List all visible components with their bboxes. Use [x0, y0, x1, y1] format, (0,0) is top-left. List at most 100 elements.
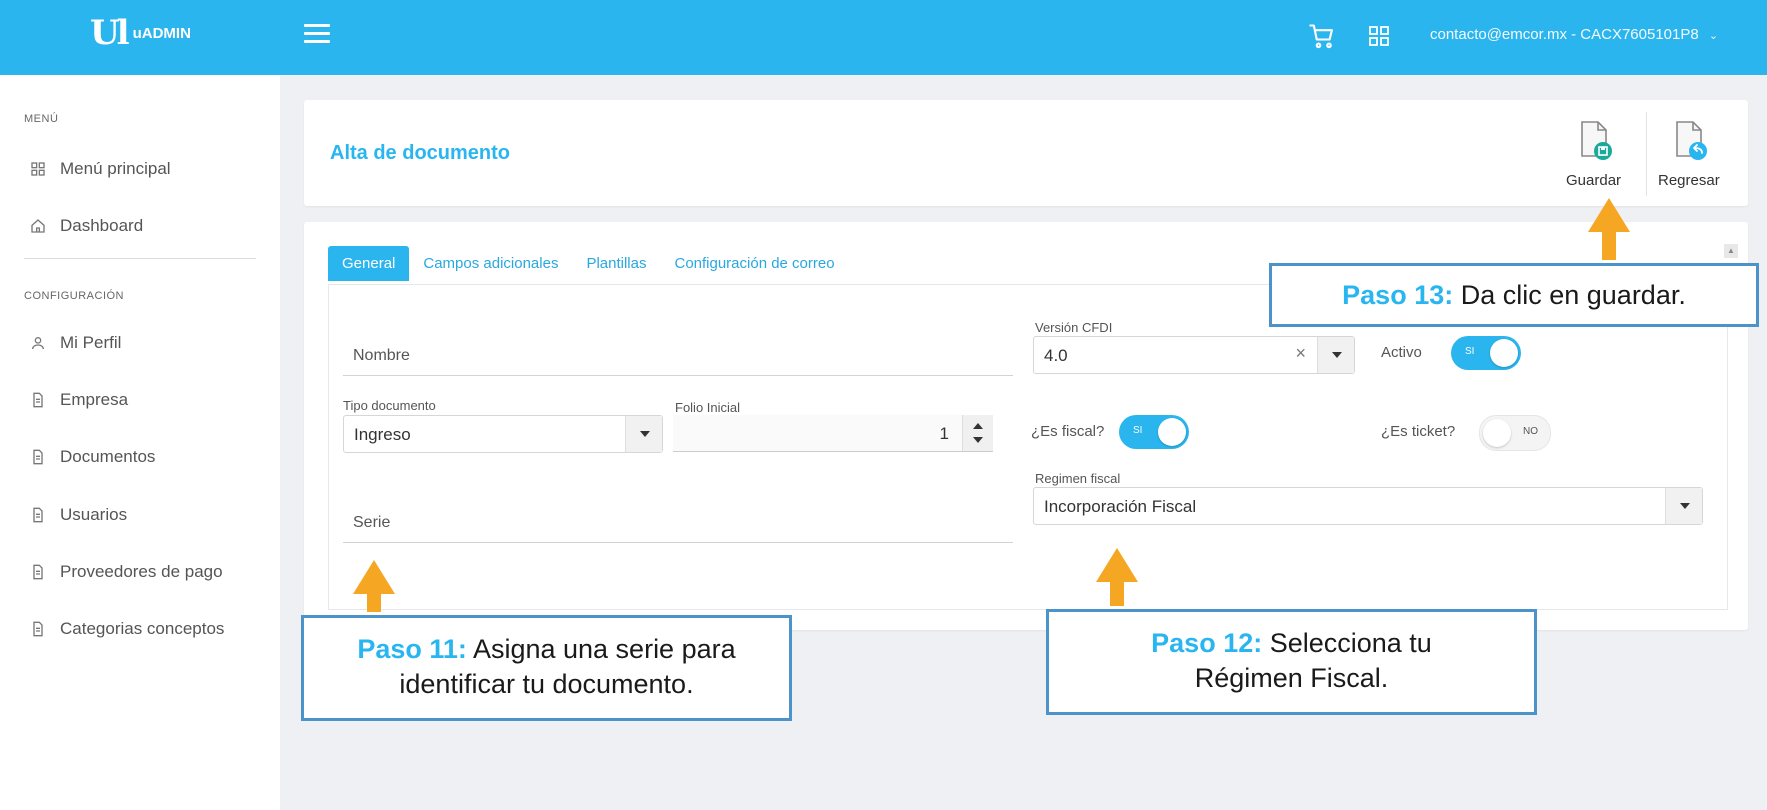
- tab-configuracion-correo[interactable]: Configuración de correo: [660, 246, 848, 281]
- folio-inicial-label: Folio Inicial: [675, 400, 741, 415]
- sidebar-item-label: Dashboard: [60, 216, 144, 235]
- nombre-underline: [343, 375, 1013, 376]
- tab-bar: General Campos adicionales Plantillas Co…: [328, 246, 849, 281]
- callout-text: Selecciona tu: [1262, 628, 1432, 658]
- callout-text: Asigna una serie para: [466, 634, 736, 664]
- tab-panel-general: Nombre Versión CFDI 4.0 × Activo SI Tipo…: [328, 284, 1728, 610]
- cart-icon[interactable]: [1308, 22, 1336, 55]
- tab-campos-adicionales[interactable]: Campos adicionales: [409, 246, 572, 281]
- arrow-up-icon: [1096, 548, 1138, 606]
- document-icon: [33, 621, 43, 637]
- regimen-fiscal-value: Incorporación Fiscal: [1044, 497, 1197, 516]
- back-label: Regresar: [1658, 172, 1720, 189]
- folio-inicial-input[interactable]: 1: [673, 415, 993, 452]
- es-fiscal-toggle[interactable]: SI: [1119, 415, 1189, 449]
- callout-text: identificar tu documento.: [399, 669, 694, 700]
- user-icon: [32, 337, 44, 350]
- callout-step-number: Paso 11:: [357, 634, 467, 664]
- user-account-menu[interactable]: contacto@emcor.mx - CACX7605101P8 ⌄: [1430, 26, 1718, 43]
- caret-down-icon[interactable]: [1665, 488, 1702, 524]
- apps-grid-icon[interactable]: [1367, 24, 1391, 53]
- sidebar-item-documentos[interactable]: Documentos: [30, 447, 155, 467]
- save-label: Guardar: [1566, 172, 1622, 189]
- save-button[interactable]: Guardar: [1566, 120, 1621, 189]
- caret-down-icon[interactable]: [625, 416, 662, 452]
- activo-label: Activo: [1381, 344, 1422, 361]
- toggle-knob: [1490, 339, 1518, 367]
- home-icon: [31, 219, 45, 233]
- sidebar-item-mi-perfil[interactable]: Mi Perfil: [30, 333, 121, 353]
- document-icon: [33, 564, 43, 580]
- folio-inicial-value: 1: [939, 424, 949, 443]
- sidebar-item-label: Empresa: [60, 390, 129, 409]
- arrow-up-icon: [353, 560, 395, 612]
- es-ticket-toggle[interactable]: NO: [1479, 415, 1551, 451]
- logo-text: uADMIN: [132, 24, 191, 42]
- back-document-icon: [1676, 121, 1707, 160]
- back-button[interactable]: Regresar: [1658, 120, 1720, 189]
- user-email: contacto@emcor.mx - CACX7605101P8: [1430, 26, 1699, 43]
- sidebar-item-label: Categorias conceptos: [60, 619, 225, 638]
- app-logo[interactable]: Ul uADMIN: [90, 16, 191, 50]
- sidebar-item-empresa[interactable]: Empresa: [30, 390, 128, 410]
- tipo-documento-label: Tipo documento: [343, 398, 436, 413]
- tipo-documento-select[interactable]: Ingreso: [343, 415, 663, 453]
- version-cfdi-value: 4.0: [1044, 346, 1068, 365]
- sidebar-item-dashboard[interactable]: Dashboard: [30, 216, 143, 236]
- es-ticket-label: ¿Es ticket?: [1381, 423, 1456, 440]
- es-ticket-toggle-text: NO: [1523, 426, 1538, 437]
- callout-step-number: Paso 13:: [1342, 280, 1454, 310]
- document-icon: [33, 507, 43, 523]
- nombre-field[interactable]: Nombre: [353, 347, 410, 365]
- toolbar-divider: [1646, 112, 1647, 196]
- save-document-icon: [1580, 121, 1612, 160]
- regimen-fiscal-label: Regimen fiscal: [1035, 471, 1121, 486]
- sidebar-item-label: Usuarios: [60, 505, 128, 524]
- top-navbar: Ul uADMIN contacto@emcor.mx - CACX760510…: [0, 0, 1767, 75]
- toggle-knob: [1483, 419, 1511, 447]
- sidebar-item-proveedores[interactable]: Proveedores de pago: [30, 562, 223, 582]
- hamburger-menu-icon[interactable]: [304, 24, 330, 44]
- document-icon: [33, 449, 43, 465]
- activo-toggle-text: SI: [1465, 346, 1475, 357]
- sidebar-item-label: Menú principal: [60, 159, 171, 178]
- arrow-up-icon: [1588, 198, 1630, 260]
- callout-paso-12: Paso 12: Selecciona tu Régimen Fiscal.: [1046, 609, 1537, 715]
- sidebar: MENÚ Menú principal Dashboard CONFIGURAC…: [0, 75, 280, 810]
- document-icon: [33, 392, 43, 408]
- callout-step-number: Paso 12:: [1151, 628, 1263, 658]
- activo-toggle[interactable]: SI: [1451, 336, 1521, 370]
- grid-icon: [31, 162, 45, 176]
- serie-field[interactable]: Serie: [353, 514, 390, 532]
- sidebar-divider: [24, 258, 256, 259]
- serie-underline: [343, 542, 1013, 543]
- es-fiscal-label: ¿Es fiscal?: [1031, 423, 1105, 440]
- clear-icon[interactable]: ×: [1295, 343, 1306, 364]
- sidebar-item-usuarios[interactable]: Usuarios: [30, 505, 127, 525]
- tab-general[interactable]: General: [328, 246, 410, 281]
- number-spinner-icon[interactable]: [962, 415, 993, 451]
- sidebar-item-label: Proveedores de pago: [60, 562, 223, 581]
- sidebar-item-categorias[interactable]: Categorias conceptos: [30, 619, 224, 639]
- logo-mark: Ul: [90, 13, 130, 53]
- callout-paso-13: Paso 13: Da clic en guardar.: [1269, 263, 1759, 327]
- sidebar-section-menu: MENÚ: [24, 113, 59, 125]
- tab-plantillas[interactable]: Plantillas: [572, 246, 660, 281]
- sidebar-section-config: CONFIGURACIÓN: [24, 290, 124, 302]
- tipo-documento-value: Ingreso: [354, 425, 411, 444]
- callout-paso-11: Paso 11: Asigna una serie para identific…: [301, 615, 792, 721]
- page-header-card: Alta de documento Guardar Regresar: [304, 100, 1748, 206]
- version-cfdi-select[interactable]: 4.0 ×: [1033, 336, 1355, 374]
- chevron-down-icon: ⌄: [1708, 30, 1719, 42]
- callout-text: Da clic en guardar.: [1453, 280, 1686, 310]
- sidebar-item-label: Documentos: [60, 447, 156, 466]
- es-fiscal-toggle-text: SI: [1133, 425, 1143, 436]
- version-cfdi-label: Versión CFDI: [1035, 320, 1113, 335]
- page-title: Alta de documento: [330, 142, 511, 164]
- toggle-knob: [1158, 418, 1186, 446]
- sidebar-item-menu-principal[interactable]: Menú principal: [30, 159, 171, 179]
- caret-down-icon[interactable]: [1317, 337, 1354, 373]
- regimen-fiscal-select[interactable]: Incorporación Fiscal: [1033, 487, 1703, 525]
- scroll-up-arrow-icon[interactable]: ▲: [1724, 244, 1738, 258]
- callout-text: Régimen Fiscal.: [1194, 663, 1389, 694]
